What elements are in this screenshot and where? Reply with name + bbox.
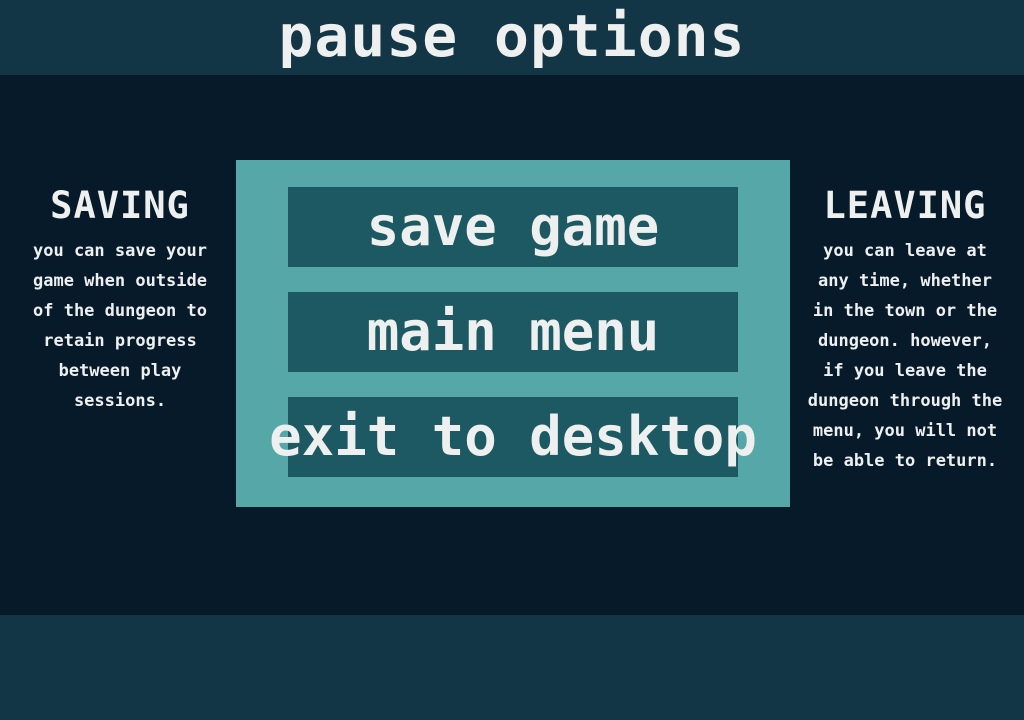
leaving-text-line: menu, you will not	[812, 421, 998, 441]
saving-text-line: between play	[58, 361, 182, 381]
saving-text-line: game when outside	[33, 271, 207, 291]
leaving-description: you can leave at any time, whether in th…	[805, 236, 1005, 476]
pause-screen: pause options SAVING you can save your g…	[0, 0, 1024, 720]
page-title: pause options	[278, 1, 746, 70]
saving-text-line: retain progress	[43, 331, 197, 351]
main-menu-button[interactable]: main menu	[288, 292, 738, 372]
top-title-bar: pause options	[0, 0, 1024, 75]
leaving-text-line: any time, whether	[818, 271, 992, 291]
saving-info-panel: SAVING you can save your game when outsi…	[20, 186, 220, 416]
leaving-text-line: be able to return.	[812, 451, 998, 471]
save-game-button[interactable]: save game	[288, 187, 738, 267]
leaving-text-line: dungeon through the	[807, 391, 1003, 411]
saving-text-line: sessions.	[73, 391, 167, 411]
bottom-bar	[0, 615, 1024, 720]
pause-menu-panel: save game main menu exit to desktop	[236, 160, 790, 507]
save-game-label: save game	[366, 195, 660, 258]
exit-to-desktop-button[interactable]: exit to desktop	[269, 397, 757, 477]
saving-text-line: of the dungeon to	[33, 301, 207, 321]
main-menu-label: main menu	[366, 300, 660, 363]
saving-description: you can save your game when outside of t…	[20, 236, 220, 416]
leaving-text-line: if you leave the	[823, 361, 987, 381]
saving-text-line: you can save your	[33, 241, 207, 261]
saving-heading: SAVING	[50, 184, 190, 227]
leaving-text-line: in the town or the	[812, 301, 998, 321]
leaving-text-line: you can leave at	[823, 241, 987, 261]
leaving-heading: LEAVING	[823, 184, 987, 227]
exit-to-desktop-label: exit to desktop	[269, 405, 757, 468]
leaving-info-panel: LEAVING you can leave at any time, wheth…	[805, 186, 1005, 476]
leaving-text-line: dungeon. however,	[818, 331, 992, 351]
